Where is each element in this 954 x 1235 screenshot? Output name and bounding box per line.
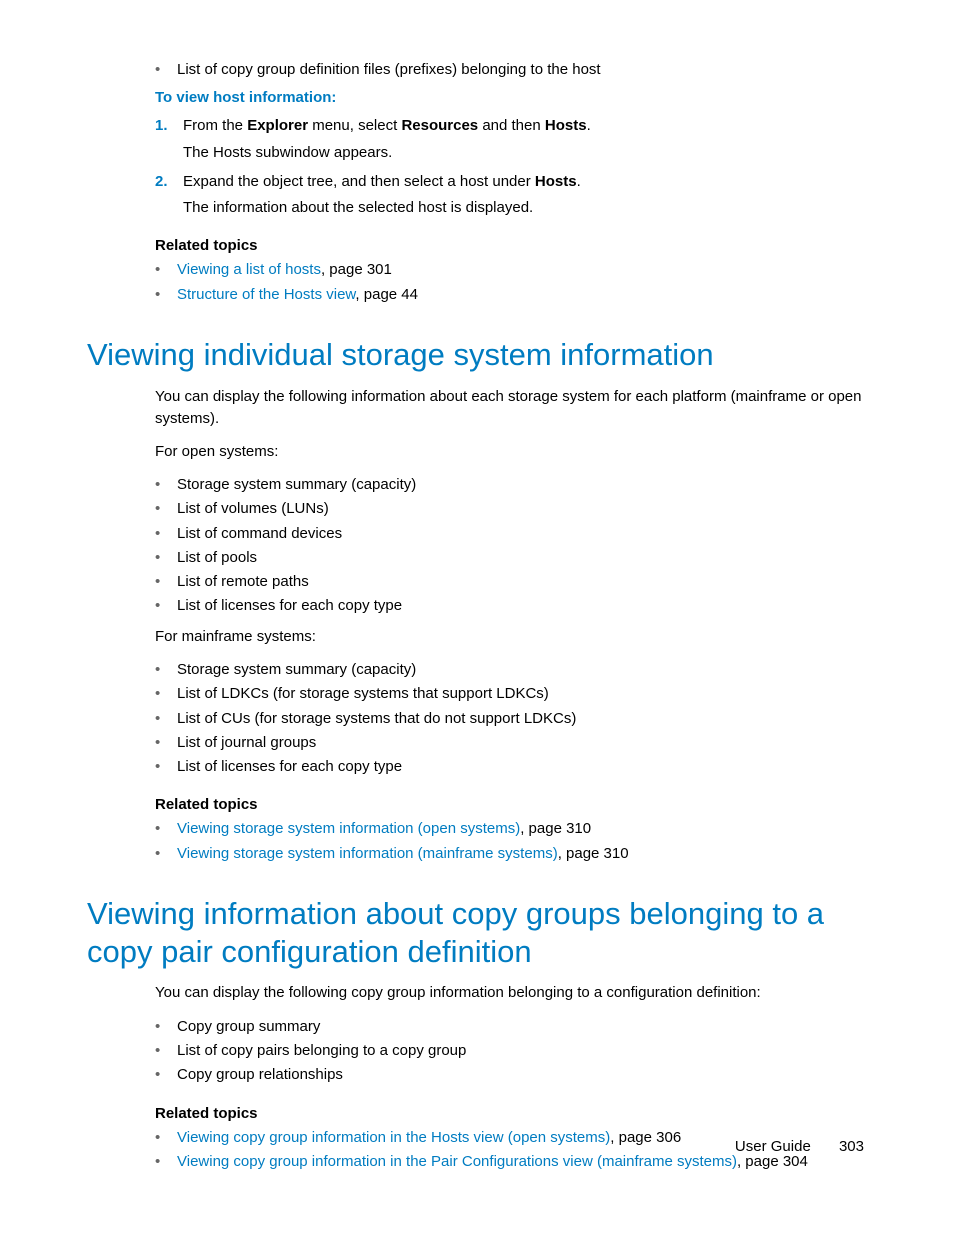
copy-group-list: Copy group summary List of copy pairs be… [87, 1015, 867, 1087]
page-ref: , page 310 [558, 845, 629, 862]
related-topics-heading: Related topics [155, 1105, 867, 1122]
related-link[interactable]: Viewing storage system information (open… [177, 820, 520, 837]
page-number: 303 [839, 1138, 864, 1155]
step-sub: The information about the selected host … [183, 196, 867, 219]
paragraph: You can display the following informatio… [155, 386, 867, 431]
list-item: List of copy group definition files (pre… [177, 58, 867, 81]
step-number: 2. [155, 170, 168, 193]
section-heading-copy-groups: Viewing information about copy groups be… [87, 895, 867, 971]
list-item: Viewing storage system information (main… [177, 842, 867, 865]
page-ref: , page 301 [321, 261, 392, 278]
page-footer: User Guide 303 [735, 1138, 864, 1155]
procedure-steps: 1. From the Explorer menu, select Resour… [87, 114, 867, 219]
list-item: List of LDKCs (for storage systems that … [177, 682, 867, 705]
page-ref: , page 306 [610, 1129, 681, 1146]
related-topics-heading: Related topics [155, 796, 867, 813]
related-link[interactable]: Structure of the Hosts view [177, 286, 355, 303]
list-item: Storage system summary (capacity) [177, 473, 867, 496]
list-item: List of remote paths [177, 570, 867, 593]
step-2: 2. Expand the object tree, and then sele… [155, 170, 867, 220]
list-item: List of command devices [177, 522, 867, 545]
paragraph: You can display the following copy group… [155, 982, 867, 1005]
page-ref: , page 310 [520, 820, 591, 837]
related-topics-heading: Related topics [155, 237, 867, 254]
related-topics-list: Viewing a list of hosts, page 301 Struct… [87, 258, 867, 306]
list-item: List of volumes (LUNs) [177, 497, 867, 520]
paragraph: For mainframe systems: [155, 626, 867, 649]
related-link[interactable]: Viewing copy group information in the Ho… [177, 1129, 610, 1146]
list-item: Structure of the Hosts view, page 44 [177, 283, 867, 306]
related-topics-list: Viewing storage system information (open… [87, 817, 867, 865]
intro-bullet-list: List of copy group definition files (pre… [87, 58, 867, 81]
list-item: List of CUs (for storage systems that do… [177, 707, 867, 730]
mainframe-systems-list: Storage system summary (capacity) List o… [87, 658, 867, 778]
step-text: Expand the object tree, and then select … [183, 173, 581, 190]
related-link[interactable]: Viewing a list of hosts [177, 261, 321, 278]
list-item: List of copy pairs belonging to a copy g… [177, 1039, 867, 1062]
footer-label: User Guide [735, 1138, 811, 1155]
list-item: List of journal groups [177, 731, 867, 754]
list-item: Copy group summary [177, 1015, 867, 1038]
list-item: List of licenses for each copy type [177, 594, 867, 617]
step-number: 1. [155, 114, 168, 137]
document-page: List of copy group definition files (pre… [0, 0, 954, 1224]
list-item: Copy group relationships [177, 1063, 867, 1086]
procedure-heading: To view host information: [155, 89, 867, 106]
step-text: From the Explorer menu, select Resources… [183, 117, 591, 134]
list-item: Storage system summary (capacity) [177, 658, 867, 681]
related-link[interactable]: Viewing copy group information in the Pa… [177, 1153, 737, 1170]
list-item: List of pools [177, 546, 867, 569]
list-item: Viewing a list of hosts, page 301 [177, 258, 867, 281]
related-link[interactable]: Viewing storage system information (main… [177, 845, 558, 862]
paragraph: For open systems: [155, 441, 867, 464]
page-ref: , page 304 [737, 1153, 808, 1170]
list-item: Viewing storage system information (open… [177, 817, 867, 840]
open-systems-list: Storage system summary (capacity) List o… [87, 473, 867, 618]
page-ref: , page 44 [355, 286, 418, 303]
section-heading-storage: Viewing individual storage system inform… [87, 336, 867, 374]
step-1: 1. From the Explorer menu, select Resour… [155, 114, 867, 164]
step-sub: The Hosts subwindow appears. [183, 141, 867, 164]
list-item: List of licenses for each copy type [177, 755, 867, 778]
